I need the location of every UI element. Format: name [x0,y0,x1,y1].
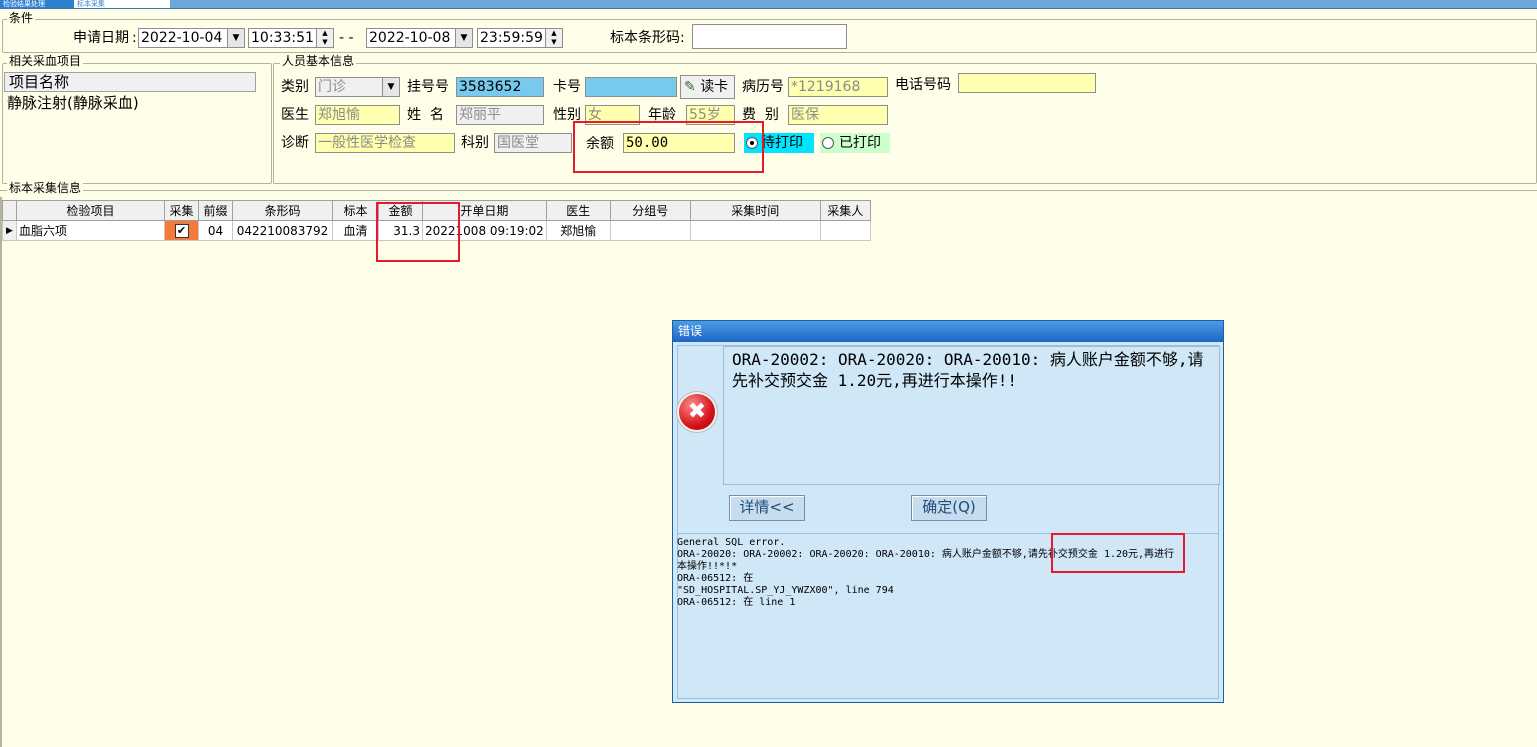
start-date-picker[interactable]: 2022-10-04 ▼ [138,28,245,48]
end-date-picker[interactable]: 2022-10-08 ▼ [366,28,473,48]
type-select[interactable]: 门诊 ▼ [315,77,400,97]
detail-line: "SD_HOSPITAL.SP_YJ_YWZX00", line 794 [677,585,894,596]
spin-arrows-icon[interactable]: ▲ ▼ [545,29,562,47]
doctor-label: 医生 [281,107,309,123]
detail-line: ORA-06512: 在 [677,573,754,584]
chevron-down-icon[interactable]: ▼ [455,29,472,47]
card-no-field[interactable] [585,77,677,97]
tab-result-processing[interactable]: 检验结果处理 [0,0,78,8]
col-header-prefix[interactable]: 前缀 [198,200,233,221]
reg-no-label: 挂号号 [407,79,449,95]
cell-barcode[interactable]: 042210083792 [232,220,333,241]
ok-button[interactable]: 确定(Q) [911,495,987,521]
phone-label: 电话号码 [895,77,951,93]
col-header-barcode[interactable]: 条形码 [232,200,333,221]
chevron-down-icon[interactable]: ▼ [382,78,399,96]
list-item[interactable]: 静脉注射(静脉采血) [7,93,139,113]
checkbox-checked-icon[interactable]: ✔ [174,224,189,238]
cell-collector[interactable] [819,220,871,241]
patient-info-group-label: 人员基本信息 [280,54,357,68]
row-indicator-header [2,200,17,221]
read-card-button[interactable]: ✎ 读卡 [680,75,735,99]
department-field[interactable]: 国医堂 [494,133,572,153]
cell-collect-time[interactable] [689,220,821,241]
details-button[interactable]: 详情<< [729,495,805,521]
record-no-field[interactable]: *1219168 [788,77,888,97]
balance-highlight-box [573,121,764,173]
diagnosis-field[interactable]: 一般性医学检查 [315,133,455,153]
col-header-group-no[interactable]: 分组号 [609,200,691,221]
card-reader-icon: ✎ [684,79,696,95]
amount-highlight-box [376,202,460,262]
detail-line: ORA-06512: 在 line 1 [677,597,796,608]
tab-specimen-collection[interactable]: 标本采集 [74,0,170,8]
specimen-group-label: 标本采集信息 [7,181,84,195]
radio-unselected-icon [822,137,834,149]
related-items-column-header: 项目名称 [4,72,256,92]
reg-no-field[interactable]: 3583652 [456,77,544,97]
name-label: 姓 名 [407,107,444,123]
cell-prefix[interactable]: 04 [198,220,233,241]
record-no-label: 病历号 [742,79,784,95]
col-header-collect-time[interactable]: 采集时间 [689,200,821,221]
apply-date-label: 申请日期 [73,30,129,46]
error-icon: ✖ [679,394,715,430]
cell-item[interactable]: 血脂六项 [16,220,165,241]
related-items-group-label: 相关采血项目 [7,54,84,68]
col-header-specimen[interactable]: 标本 [332,200,379,221]
start-time-spinner[interactable]: 10:33:51 ▲ ▼ [248,28,334,48]
specimen-group-divider [0,190,1537,191]
condition-group-label: 条件 [7,11,36,25]
fee-type-field[interactable]: 医保 [788,105,888,125]
cell-doctor[interactable]: 郑旭愉 [545,220,611,241]
type-label: 类别 [281,79,309,95]
card-no-label: 卡号 [553,79,581,95]
name-field[interactable]: 郑丽平 [456,105,544,125]
doctor-field[interactable]: 郑旭愉 [315,105,400,125]
specimen-left-border [0,197,2,747]
deposit-highlight-box [1051,533,1185,573]
top-tab-strip [0,0,1537,9]
error-message: ORA-20002: ORA-20020: ORA-20010: 病人账户金额不… [732,350,1204,390]
col-header-doctor[interactable]: 医生 [545,200,611,221]
barcode-label: 标本条形码: [610,30,685,46]
row-pointer-icon: ▶ [2,220,17,241]
diagnosis-label: 诊断 [281,135,309,151]
cell-group-no[interactable] [609,220,691,241]
printed-radio[interactable]: 已打印 [820,133,890,153]
dialog-title: 错误 [673,321,1223,342]
col-header-collect[interactable]: 采集 [164,200,199,221]
cell-collect[interactable]: ✔ [164,220,199,241]
date-range-separator: - - [339,30,354,46]
chevron-down-icon[interactable]: ▼ [227,29,244,47]
barcode-input[interactable] [692,24,847,49]
col-header-item[interactable]: 检验项目 [16,200,165,221]
department-label: 科别 [461,135,489,151]
message-box: ORA-20002: ORA-20020: ORA-20010: 病人账户金额不… [723,346,1220,485]
end-time-spinner[interactable]: 23:59:59 ▲ ▼ [477,28,563,48]
phone-field[interactable] [958,73,1096,93]
col-header-collector[interactable]: 采集人 [819,200,871,221]
cell-specimen[interactable]: 血清 [332,220,379,241]
error-dialog: 错误 ✖ ORA-20002: ORA-20020: ORA-20010: 病人… [672,320,1224,703]
spin-arrows-icon[interactable]: ▲ ▼ [316,29,333,47]
